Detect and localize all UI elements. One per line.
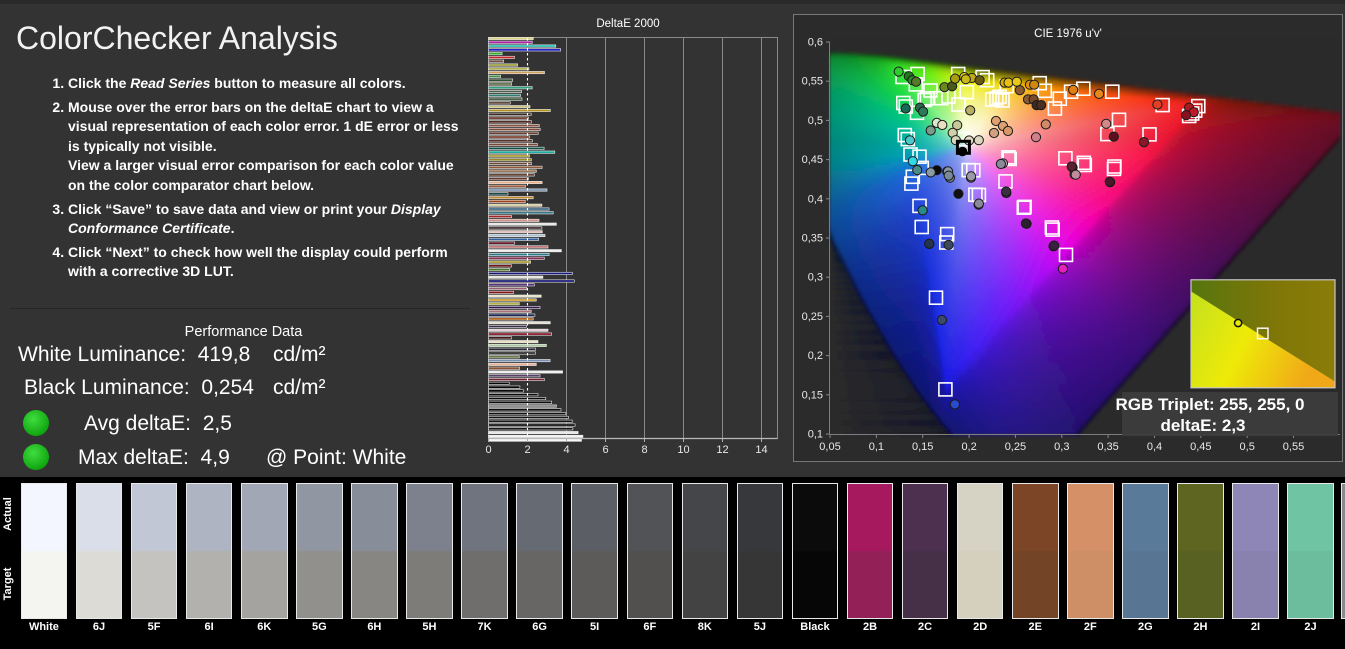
svg-text:14: 14 — [755, 444, 767, 456]
svg-text:0,35: 0,35 — [1097, 441, 1118, 453]
svg-text:0,15: 0,15 — [912, 441, 933, 453]
svg-text:4: 4 — [563, 444, 569, 456]
svg-text:0,35: 0,35 — [802, 233, 823, 245]
svg-text:0,1: 0,1 — [869, 441, 884, 453]
svg-text:0,5: 0,5 — [808, 115, 823, 127]
svg-text:0,5: 0,5 — [1240, 441, 1255, 453]
svg-text:0,2: 0,2 — [808, 350, 823, 362]
svg-text:8: 8 — [641, 444, 647, 456]
svg-text:0: 0 — [485, 444, 491, 456]
svg-text:0,4: 0,4 — [1147, 441, 1162, 453]
svg-text:0,3: 0,3 — [1054, 441, 1069, 453]
svg-text:0,2: 0,2 — [961, 441, 976, 453]
svg-text:deltaE: 2,3: deltaE: 2,3 — [1160, 416, 1245, 435]
svg-text:0,55: 0,55 — [1283, 441, 1304, 453]
svg-text:0,4: 0,4 — [808, 193, 823, 205]
svg-text:2: 2 — [524, 444, 530, 456]
svg-text:6: 6 — [602, 444, 608, 456]
svg-text:0,25: 0,25 — [1005, 441, 1026, 453]
svg-text:10: 10 — [677, 444, 689, 456]
svg-text:0,3: 0,3 — [808, 272, 823, 284]
svg-text:0,05: 0,05 — [819, 441, 840, 453]
svg-text:0,55: 0,55 — [802, 76, 823, 88]
svg-text:12: 12 — [716, 444, 728, 456]
svg-text:0,1: 0,1 — [808, 429, 823, 441]
svg-text:CIE 1976 u'v': CIE 1976 u'v' — [1034, 28, 1102, 40]
svg-text:RGB Triplet: 255, 255, 0: RGB Triplet: 255, 255, 0 — [1116, 395, 1305, 414]
svg-text:0,25: 0,25 — [802, 311, 823, 323]
svg-text:0,45: 0,45 — [802, 154, 823, 166]
svg-text:0,6: 0,6 — [808, 37, 823, 49]
svg-text:0,45: 0,45 — [1190, 441, 1211, 453]
svg-text:0,15: 0,15 — [802, 389, 823, 401]
